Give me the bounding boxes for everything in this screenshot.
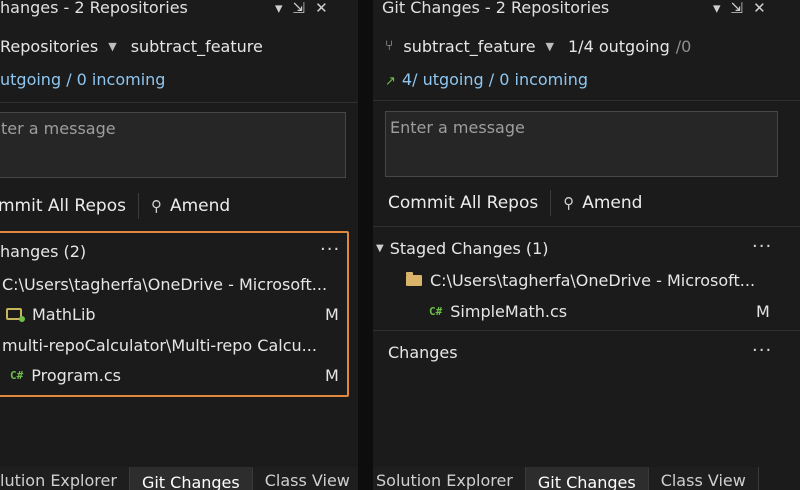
pin-icon[interactable]: ⇲ [731, 0, 744, 17]
close-icon[interactable]: ✕ [753, 0, 766, 17]
amend-button[interactable]: Amend [582, 193, 642, 213]
right-titlebar: Git Changes - 2 Repositories ▾ ⇲ ✕ [373, 0, 800, 22]
left-window-title: hanges - 2 Repositories [0, 0, 188, 17]
commit-all-button[interactable]: Commit All Repos [388, 193, 538, 213]
left-titlebar: hanges - 2 Repositories ▾ ⇲ ✕ [0, 0, 358, 22]
outgoing-count[interactable]: 1/4 outgoing [568, 37, 670, 56]
branch-name[interactable]: subtract_feature [131, 37, 263, 56]
file-label: Program.cs [31, 365, 121, 385]
staged-repo-path-row[interactable]: C:\Users\tagherfa\OneDrive - Microsoft..… [406, 268, 755, 292]
folder-icon [406, 271, 422, 286]
repo-path-row[interactable]: C:\Users\tagherfa\OneDrive - Microsoft..… [2, 272, 327, 296]
right-git-changes-panel: Git Changes - 2 Repositories ▾ ⇲ ✕ ⑂ sub… [373, 0, 800, 490]
changes-header-label: hanges (2) [0, 241, 87, 261]
repository-icon [6, 308, 25, 322]
right-action-row: Commit All Repos ⚲ Amend [388, 190, 642, 216]
pin-icon[interactable]: ⇲ [293, 0, 306, 17]
tab-class-view[interactable]: Class View [252, 467, 358, 490]
csharp-file-icon: C# [10, 368, 24, 382]
repo-label: MathLib [32, 304, 96, 324]
outgoing-extra: /0 [675, 36, 692, 56]
right-branch-row: ⑂ subtract_feature ▼ 1/4 outgoing /0 [385, 34, 691, 58]
right-tab-strip: Solution Explorer Git Changes Class View [373, 467, 800, 490]
tab-git-changes[interactable]: Git Changes [129, 467, 253, 490]
dropdown-icon[interactable]: ▾ [713, 0, 721, 17]
repositories-selector[interactable]: Repositories [0, 37, 98, 56]
tab-class-view[interactable]: Class View [648, 467, 759, 490]
divider [373, 226, 800, 227]
sync-label: 4/ utgoing / 0 incoming [401, 70, 588, 89]
file-row-simplemath[interactable]: C# SimpleMath.cs [429, 299, 567, 323]
repo-path-label: C:\Users\tagherfa\OneDrive - Microsoft..… [430, 270, 756, 290]
collapse-icon[interactable]: ▼ [376, 243, 384, 254]
repo-path-label: C:\Users\tagherfa\OneDrive - Microsoft..… [2, 274, 328, 294]
chevron-down-icon[interactable]: ▼ [546, 40, 554, 53]
dropdown-icon[interactable]: ▾ [275, 0, 283, 17]
branch-name[interactable]: subtract_feature [403, 37, 535, 56]
sync-arrow-icon: ↗ [385, 74, 396, 89]
search-icon: ⚲ [150, 197, 162, 215]
message-placeholder: ter a message [1, 119, 116, 138]
more-icon[interactable]: ··· [752, 236, 772, 257]
left-action-row: mmit All Repos ⚲ Amend [0, 193, 230, 219]
file-row-program[interactable]: C# Program.cs [10, 363, 121, 387]
divider [550, 190, 552, 216]
staged-header-label: Staged Changes (1) [389, 238, 549, 258]
status-modified-badge: M [325, 305, 339, 324]
status-modified-badge: M [756, 302, 770, 321]
branch-icon: ⑂ [385, 38, 394, 54]
search-icon: ⚲ [563, 194, 575, 212]
more-icon[interactable]: ··· [752, 340, 772, 361]
csharp-file-icon: C# [429, 304, 443, 318]
repo-path-label: multi-repoCalculator\Multi-repo Calcu... [2, 335, 317, 355]
left-tab-strip: lution Explorer Git Changes Class View [0, 467, 358, 490]
file-label: SimpleMath.cs [450, 301, 568, 321]
tab-git-changes[interactable]: Git Changes [525, 467, 649, 490]
divider [373, 330, 800, 331]
chevron-down-icon[interactable]: ▼ [108, 40, 116, 53]
commit-message-input[interactable]: ter a message [0, 112, 346, 178]
close-icon[interactable]: ✕ [315, 0, 328, 17]
commit-message-input[interactable]: Enter a message [385, 111, 778, 177]
left-git-changes-panel: hanges - 2 Repositories ▾ ⇲ ✕ Repositori… [0, 0, 358, 490]
status-modified-badge: M [325, 366, 339, 385]
changes-header[interactable]: Changes [388, 340, 458, 364]
right-window-title: Git Changes - 2 Repositories [382, 0, 610, 17]
more-icon[interactable]: ··· [320, 239, 340, 260]
tab-solution-explorer[interactable]: Solution Explorer [373, 467, 526, 490]
amend-button[interactable]: Amend [170, 196, 230, 216]
message-placeholder: Enter a message [390, 118, 525, 137]
right-sync-status[interactable]: ↗ 4/ utgoing / 0 incoming [385, 70, 588, 92]
staged-changes-header[interactable]: ▼ Staged Changes (1) [376, 236, 549, 260]
changes-header[interactable]: hanges (2) [0, 239, 86, 263]
commit-all-button[interactable]: mmit All Repos [0, 196, 126, 216]
left-sync-status[interactable]: utgoing / 0 incoming [0, 70, 165, 92]
divider [373, 100, 800, 101]
divider [137, 193, 139, 219]
tab-solution-explorer[interactable]: lution Explorer [0, 467, 130, 490]
divider [0, 102, 358, 103]
left-branch-row: Repositories ▼ subtract_feature [0, 34, 263, 58]
repo-row-mathlib[interactable]: MathLib [6, 302, 96, 326]
changes-header-label: Changes [388, 342, 458, 362]
panel-splitter[interactable] [358, 0, 373, 490]
repo-path-row[interactable]: multi-repoCalculator\Multi-repo Calcu... [2, 333, 317, 357]
